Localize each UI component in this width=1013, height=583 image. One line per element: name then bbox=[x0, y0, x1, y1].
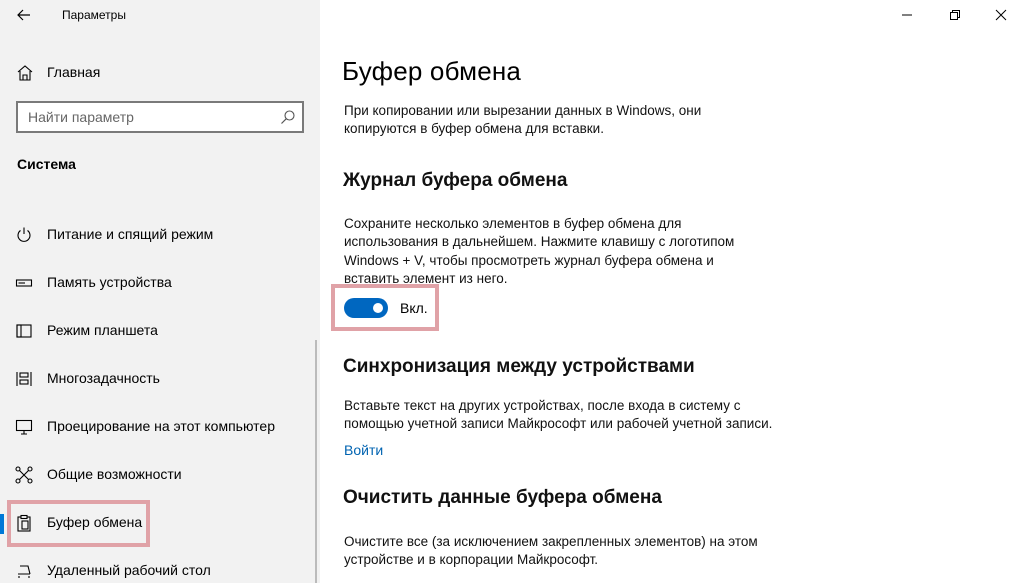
sidebar-item-project[interactable]: Проецирование на этот компьютер bbox=[0, 407, 320, 447]
sidebar-item-label: Питание и спящий режим bbox=[47, 226, 214, 242]
main-content: Буфер обмена При копировании или вырезан… bbox=[320, 0, 1013, 583]
project-icon bbox=[15, 419, 33, 435]
clear-heading: Очистить данные буфера обмена bbox=[343, 487, 662, 508]
sidebar-item-power[interactable]: Питание и спящий режим bbox=[0, 215, 320, 255]
search-input[interactable] bbox=[28, 108, 268, 126]
page-title: Буфер обмена bbox=[342, 56, 522, 86]
restore-icon bbox=[950, 10, 960, 20]
minimize-button[interactable] bbox=[884, 0, 930, 30]
search-box[interactable] bbox=[16, 101, 304, 133]
minimize-icon bbox=[902, 14, 912, 16]
clipboard-highlight-box bbox=[7, 500, 150, 547]
intro-text: При копировании или вырезании данных в W… bbox=[344, 103, 702, 137]
sidebar-item-storage[interactable]: Память устройства bbox=[0, 263, 320, 303]
sidebar-item-tablet-mode[interactable]: Режим планшета bbox=[0, 311, 320, 351]
sidebar-item-label: Главная bbox=[47, 64, 101, 80]
sidebar-item-label: Многозадачность bbox=[47, 370, 160, 386]
sidebar-item-multitasking[interactable]: Многозадачность bbox=[0, 359, 320, 399]
sidebar-item-shared-experiences[interactable]: Общие возможности bbox=[0, 455, 320, 495]
sync-description: Вставьте текст на других устройствах, по… bbox=[344, 398, 773, 432]
toggle-highlight-box bbox=[331, 284, 439, 331]
sidebar-item-label: Память устройства bbox=[47, 274, 172, 290]
remote-desktop-icon bbox=[18, 565, 31, 578]
close-icon bbox=[995, 9, 1007, 21]
section-title: Система bbox=[17, 156, 76, 172]
power-icon bbox=[17, 227, 31, 242]
sidebar-item-label: Общие возможности bbox=[47, 466, 182, 482]
history-description: Сохраните несколько элементов в буфер об… bbox=[344, 216, 735, 287]
sidebar: Параметры Главная Система Питание и спящ… bbox=[0, 0, 320, 583]
sidebar-item-label: Режим планшета bbox=[47, 322, 158, 338]
tablet-icon bbox=[16, 324, 32, 338]
close-button[interactable] bbox=[978, 0, 1013, 30]
multitasking-icon bbox=[16, 372, 32, 386]
sidebar-item-label: Проецирование на этот компьютер bbox=[47, 418, 275, 434]
sync-heading: Синхронизация между устройствами bbox=[343, 356, 695, 377]
sign-in-link[interactable]: Войти bbox=[344, 442, 383, 458]
back-arrow-icon bbox=[17, 9, 30, 21]
clear-description: Очистите все (за исключением закрепленны… bbox=[344, 534, 758, 568]
back-button[interactable] bbox=[10, 4, 38, 26]
app-title: Параметры bbox=[62, 8, 126, 22]
title-bar: Параметры bbox=[0, 0, 320, 32]
home-icon bbox=[17, 65, 33, 81]
sidebar-item-home[interactable]: Главная bbox=[0, 56, 320, 88]
sidebar-item-label: Удаленный рабочий стол bbox=[47, 562, 211, 578]
restore-button[interactable] bbox=[932, 0, 978, 30]
history-heading: Журнал буфера обмена bbox=[343, 170, 568, 191]
sidebar-item-remote-desktop[interactable]: Удаленный рабочий стол bbox=[0, 551, 320, 583]
shared-experiences-icon bbox=[15, 466, 33, 484]
storage-icon bbox=[15, 279, 33, 287]
active-indicator bbox=[0, 514, 4, 534]
search-icon[interactable] bbox=[280, 109, 296, 125]
sidebar-scrollbar[interactable] bbox=[315, 340, 317, 583]
